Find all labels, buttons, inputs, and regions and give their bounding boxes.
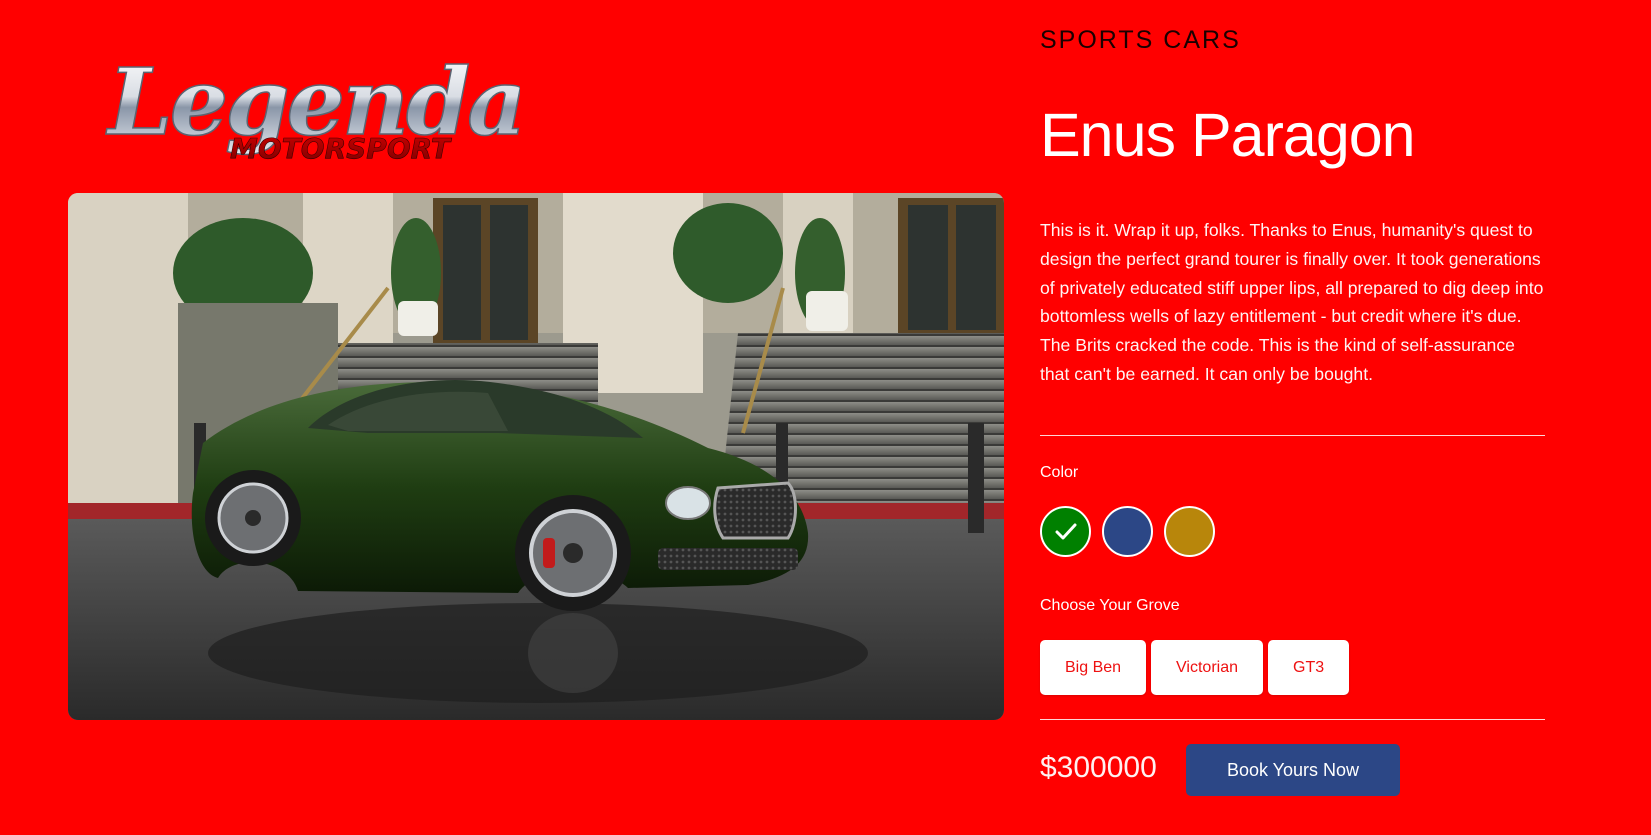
color-swatch-gold[interactable] bbox=[1164, 506, 1215, 557]
grove-option-gt3[interactable]: GT3 bbox=[1268, 640, 1350, 695]
color-swatches bbox=[1040, 506, 1215, 557]
grove-option-victorian[interactable]: Victorian bbox=[1151, 640, 1264, 695]
divider bbox=[1040, 719, 1545, 720]
car-image bbox=[68, 193, 1004, 720]
check-icon bbox=[1055, 523, 1076, 539]
color-swatch-green[interactable] bbox=[1040, 506, 1091, 557]
logo-artwork: Legendary MOTORSPORT bbox=[104, 47, 520, 165]
divider bbox=[1040, 435, 1545, 436]
color-swatch-blue[interactable] bbox=[1102, 506, 1153, 557]
car-photo bbox=[68, 193, 1004, 720]
grove-options: Big Ben Victorian GT3 bbox=[1040, 640, 1350, 695]
product-category: SPORTS CARS bbox=[1040, 26, 1241, 54]
book-now-button[interactable]: Book Yours Now bbox=[1186, 744, 1400, 796]
logo-sub-text: MOTORSPORT bbox=[230, 132, 452, 165]
grove-option-big-ben[interactable]: Big Ben bbox=[1040, 640, 1147, 695]
product-title: Enus Paragon bbox=[1040, 101, 1416, 169]
brand-logo: Legendary MOTORSPORT bbox=[100, 36, 520, 176]
grove-label: Choose Your Grove bbox=[1040, 597, 1180, 614]
product-description: This is it. Wrap it up, folks. Thanks to… bbox=[1040, 220, 1544, 384]
color-label: Color bbox=[1040, 464, 1079, 481]
price: $300000 bbox=[1040, 751, 1157, 784]
